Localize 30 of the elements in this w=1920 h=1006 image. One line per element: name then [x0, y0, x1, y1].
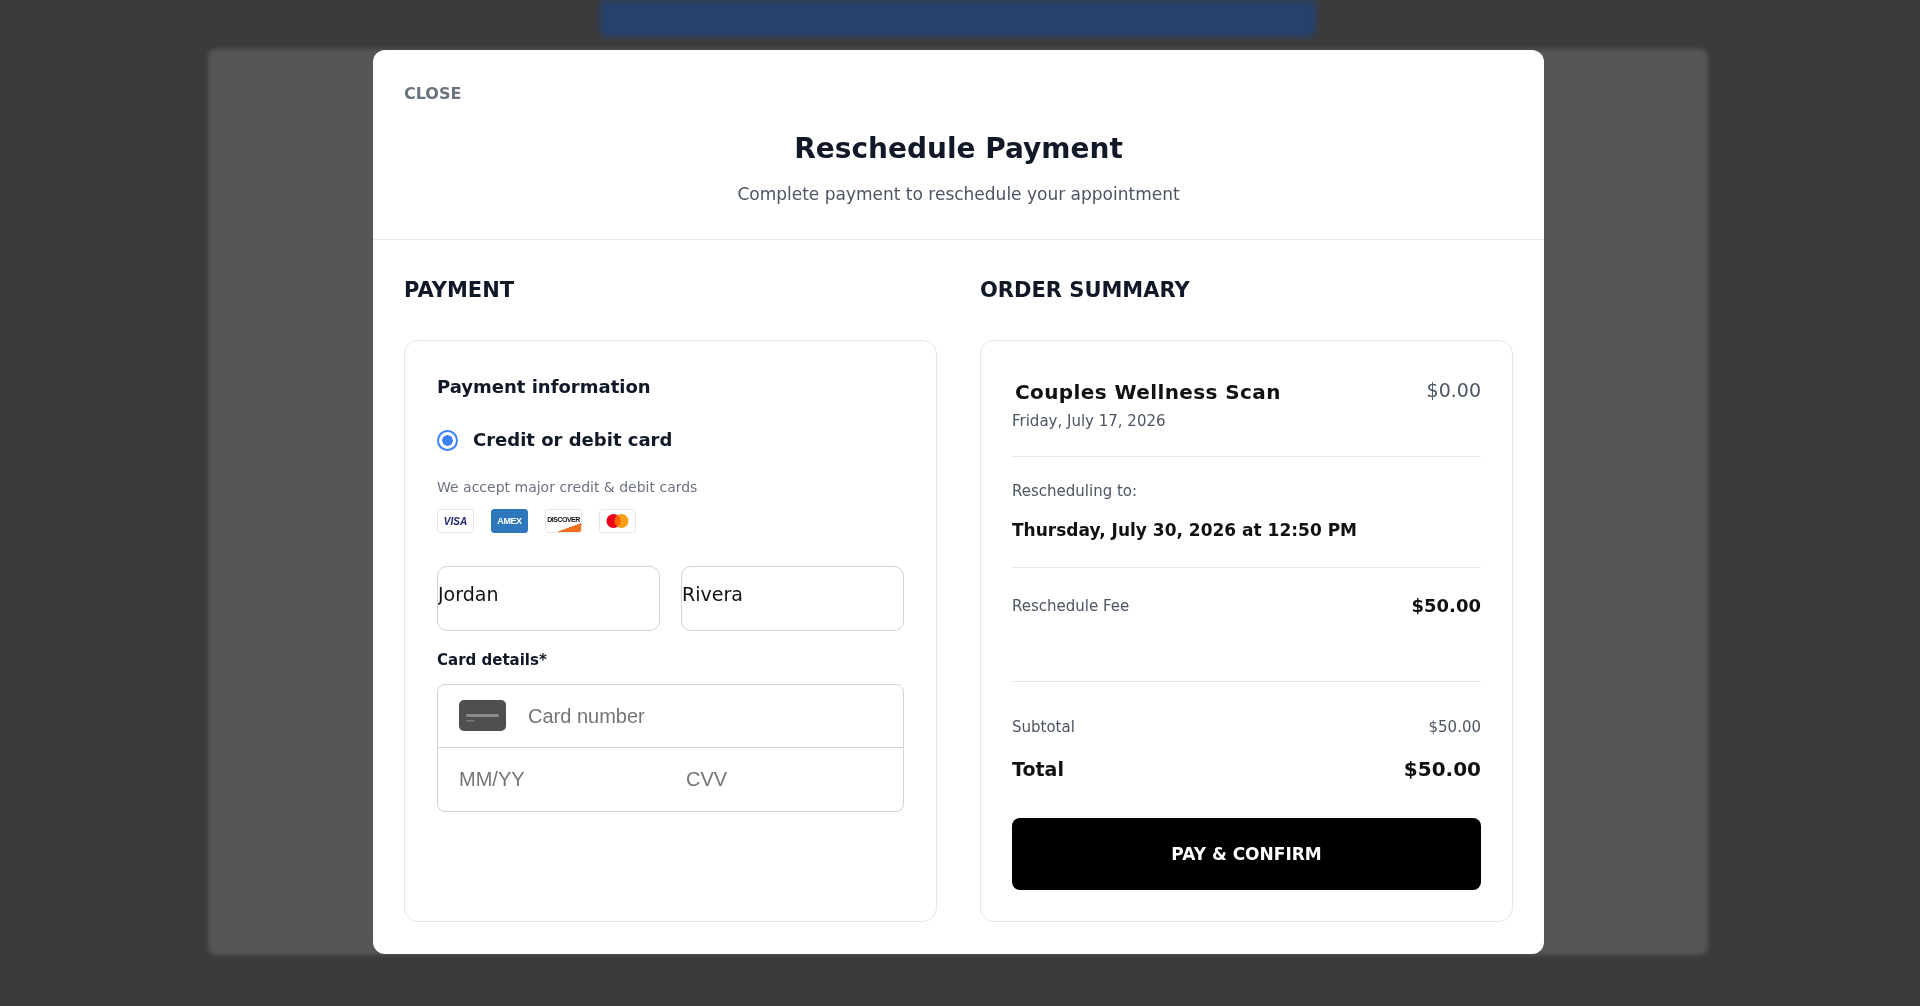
amex-logo: AMEX: [491, 509, 528, 533]
subtotal-amount: $50.00: [1428, 717, 1481, 737]
total-amount: $50.00: [1403, 756, 1481, 783]
radio-label[interactable]: Credit or debit card: [473, 427, 673, 453]
panel-title: Payment information: [437, 375, 651, 399]
subtotal-label: Subtotal: [1012, 717, 1075, 737]
expiry-field[interactable]: MM/YY: [437, 748, 682, 812]
name-field[interactable]: Rivera: [681, 566, 904, 631]
pay-confirm-button[interactable]: PAY & CONFIRM: [1012, 818, 1481, 890]
card-icon: [459, 700, 506, 731]
field-label: Card details*: [437, 650, 547, 670]
section-heading: ORDER SUMMARY: [980, 278, 1190, 302]
service-name: Couples Wellness Scan: [1015, 379, 1281, 405]
service-date: Friday, July 17, 2026: [1012, 411, 1166, 431]
reschedule-label: Rescheduling to:: [1012, 481, 1138, 501]
visa-logo: VISA: [437, 509, 474, 533]
radio-button[interactable]: [437, 429, 458, 451]
section-heading: PAYMENT: [404, 278, 515, 302]
total-label: Total: [1012, 757, 1064, 782]
cvv-field[interactable]: CVV: [682, 748, 904, 812]
fee-amount: $50.00: [1411, 594, 1481, 618]
accepted-cards-note: We accept major credit & debit cards: [437, 478, 698, 496]
dialog-subtitle: Complete payment to reschedule your appointment: [737, 183, 1180, 205]
new-appointment-time: Thursday, July 30, 2026 at 12:50 PM: [1012, 519, 1357, 542]
dialog-title: Reschedule Payment: [794, 132, 1123, 166]
card-number-field[interactable]: Card number: [437, 684, 904, 748]
circles-logo-icon: [599, 509, 636, 533]
service-price: $0.00: [1426, 379, 1481, 401]
close-button[interactable]: CLOSE: [404, 84, 462, 104]
fee-label: Reschedule Fee: [1012, 596, 1130, 617]
